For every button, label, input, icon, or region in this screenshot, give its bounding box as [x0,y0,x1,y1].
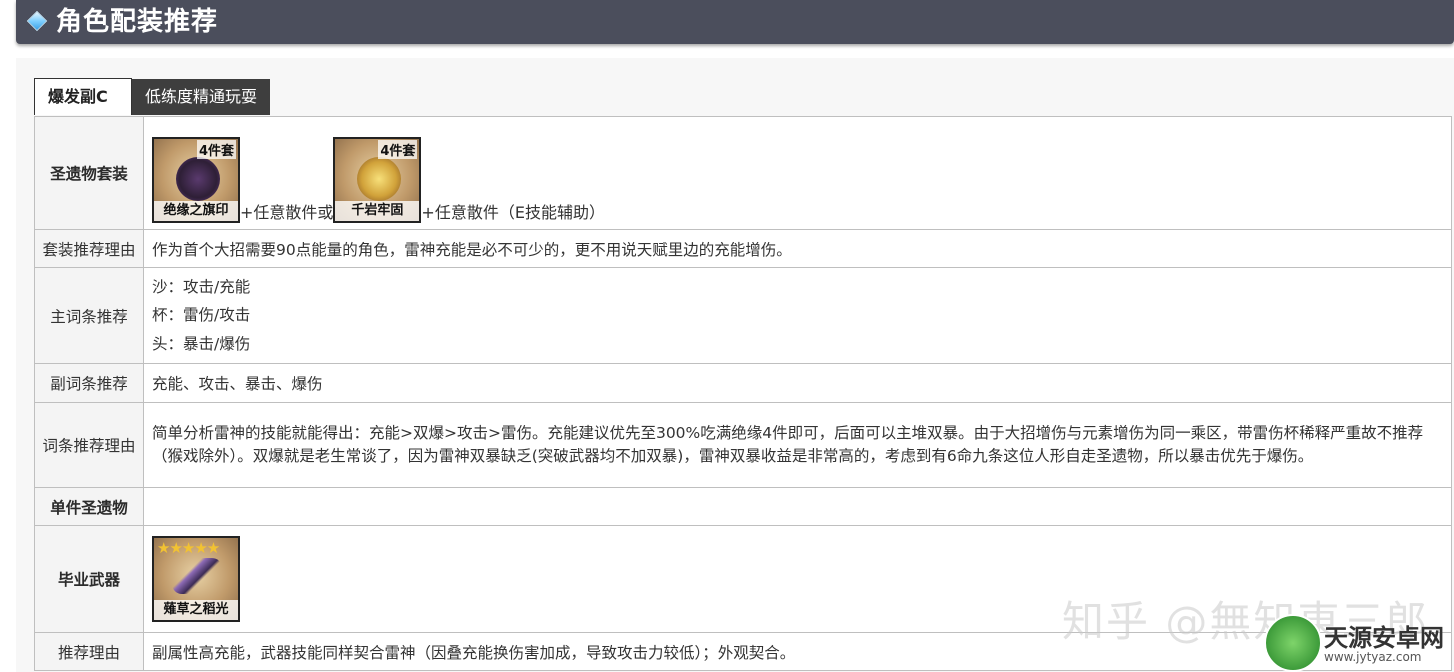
main-stat-sands: 沙：攻击/充能 [152,277,251,296]
set-count-badge: 4件套 [196,140,236,159]
weapon-label: 毕业武器 [34,525,144,633]
tab-low-level-em[interactable]: 低练度精通玩耍 [132,79,271,115]
table-row: 单件圣遗物 [34,487,1452,526]
artifact-name: 绝缘之旗印 [154,201,238,221]
set-count-badge: 4件套 [378,140,418,159]
single-artifact-cell [143,487,1452,526]
main-stat-goblet: 杯：雷伤/攻击 [152,306,251,325]
weapon-reason-label: 推荐理由 [34,632,144,671]
table-row: 词条推荐理由 简单分析雷神的技能就能得出：充能>双爆>攻击>雷伤。充能建议优先至… [34,402,1452,488]
artifact-emblem-icon [176,157,220,201]
rarity-stars: ★★★★★ [157,539,220,557]
section-title: 角色配装推荐 [56,7,219,37]
set-reason-text: 作为首个大招需要90点能量的角色，雷神充能是必不可少的，更不用说天赋里边的充能增… [143,229,1452,268]
artifact-tenacity-icon [357,157,402,201]
build-tabs: 爆发副C 低练度精通玩耍 [34,78,271,116]
site-logo-icon [1264,614,1322,672]
site-name: 天源安卓网 [1324,624,1444,652]
artifact-name: 千岩牢固 [335,201,420,221]
weapon-name: 薙草之稻光 [154,600,238,620]
tab-burst-sub-dps[interactable]: 爆发副C [34,78,132,115]
table-row: 套装推荐理由 作为首个大招需要90点能量的角色，雷神充能是必不可少的，更不用说天… [34,229,1452,268]
main-stats-cell: 沙：攻击/充能 杯：雷伤/攻击 头：暴击/爆伤 [143,267,1452,364]
table-row: 副词条推荐 充能、攻击、暴击、爆伤 [34,363,1452,403]
stat-reason-text: 简单分析雷神的技能就能得出：充能>双爆>攻击>雷伤。充能建议优先至300%吃满绝… [143,402,1452,488]
site-url: www.jytyaz.com [1324,650,1422,664]
artifact-suffix: +任意散件或 [240,203,334,222]
main-stats-label: 主词条推荐 [34,267,144,364]
diamond-icon [26,10,48,32]
artifact-tenacity-card[interactable]: 4件套 千岩牢固 [333,137,422,223]
section-header: 角色配装推荐 [16,0,1454,44]
artifact-set-cell: 4件套 绝缘之旗印 +任意散件或 4件套 千岩牢固 +任意散件（E技能辅助） [143,116,1452,230]
artifact-suffix: +任意散件（E技能辅助） [421,203,605,222]
site-logo: 天源安卓网 www.jytyaz.com [1262,612,1448,672]
stat-reason-label: 词条推荐理由 [34,402,144,488]
sub-stats-text: 充能、攻击、暴击、爆伤 [143,363,1452,403]
artifact-emblem-card[interactable]: 4件套 绝缘之旗印 [152,137,240,223]
table-row: 圣遗物套装 4件套 绝缘之旗印 +任意散件或 4件套 千岩牢固 +任意散件（E技… [34,116,1452,230]
set-reason-label: 套装推荐理由 [34,229,144,268]
sub-stats-label: 副词条推荐 [34,363,144,403]
weapon-card[interactable]: ★★★★★ 薙草之稻光 [152,536,240,622]
artifact-set-label: 圣遗物套装 [34,116,144,230]
polearm-icon [172,558,222,594]
main-stat-circlet: 头：暴击/爆伤 [152,334,251,353]
table-row: 主词条推荐 沙：攻击/充能 杯：雷伤/攻击 头：暴击/爆伤 [34,267,1452,364]
single-artifact-label: 单件圣遗物 [34,487,144,526]
